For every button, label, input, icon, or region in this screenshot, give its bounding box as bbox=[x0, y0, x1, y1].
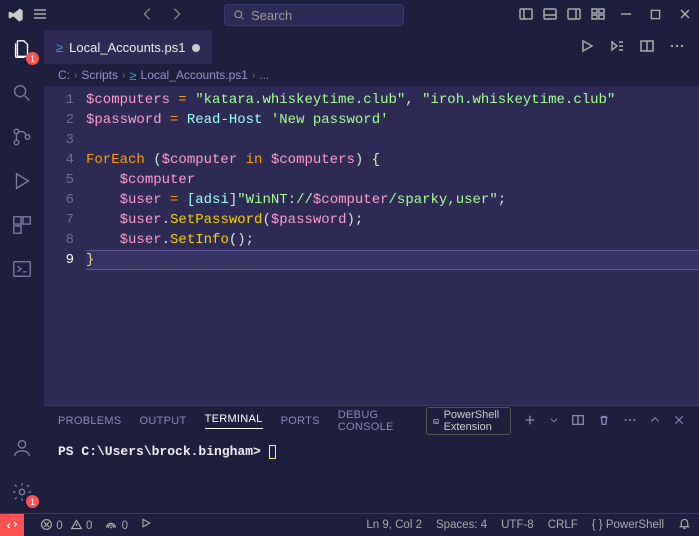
maximize-panel-button[interactable] bbox=[649, 414, 661, 429]
panel-more-button[interactable] bbox=[623, 413, 637, 430]
status-cursor-position[interactable]: Ln 9, Col 2 bbox=[366, 519, 422, 531]
panel-tab-output[interactable]: OUTPUT bbox=[140, 415, 187, 427]
explorer-tab[interactable]: 1 bbox=[9, 36, 35, 62]
powershell-file-icon: ≥ bbox=[56, 40, 63, 55]
bottom-panel: PROBLEMS OUTPUT TERMINAL PORTS DEBUG CON… bbox=[44, 405, 699, 513]
panel-tab-ports[interactable]: PORTS bbox=[281, 415, 320, 427]
nav-back-button[interactable] bbox=[140, 7, 154, 24]
breadcrumb-seg[interactable]: ... bbox=[259, 68, 269, 82]
status-eol[interactable]: CRLF bbox=[548, 519, 578, 531]
editor-tab[interactable]: ≥ Local_Accounts.ps1 bbox=[44, 30, 212, 64]
layout-sidebar-left-icon[interactable] bbox=[518, 6, 534, 25]
tab-more-button[interactable] bbox=[669, 38, 685, 57]
chevron-right-icon: › bbox=[74, 70, 77, 81]
status-ports[interactable]: 0 bbox=[104, 518, 128, 532]
status-encoding[interactable]: UTF-8 bbox=[501, 519, 534, 531]
nav-forward-button[interactable] bbox=[170, 7, 184, 24]
extensions-tab[interactable] bbox=[9, 212, 35, 238]
code-editor[interactable]: 1 2 3 4 5 6 7 8 9 $computers = "katara.w… bbox=[44, 86, 699, 405]
vscode-icon bbox=[8, 7, 24, 23]
split-editor-button[interactable] bbox=[639, 38, 655, 57]
explorer-badge: 1 bbox=[26, 52, 39, 65]
menu-button[interactable] bbox=[32, 6, 48, 25]
breadcrumb-seg[interactable]: Scripts bbox=[81, 68, 118, 82]
kill-terminal-button[interactable] bbox=[597, 413, 611, 430]
notifications-button[interactable] bbox=[678, 517, 691, 533]
command-center-search[interactable]: Search bbox=[224, 4, 404, 26]
window-close-button[interactable] bbox=[679, 8, 691, 23]
search-tab[interactable] bbox=[9, 80, 35, 106]
breadcrumb-seg[interactable]: Local_Accounts.ps1 bbox=[141, 68, 248, 82]
chevron-right-icon: › bbox=[122, 70, 125, 81]
split-terminal-button[interactable] bbox=[571, 413, 585, 430]
window-maximize-button[interactable] bbox=[650, 8, 661, 23]
terminal-cursor bbox=[269, 445, 276, 459]
terminal-shell-selector[interactable]: PowerShell Extension bbox=[426, 407, 511, 435]
layout-panel-icon[interactable] bbox=[542, 6, 558, 25]
run-debug-tab[interactable] bbox=[9, 168, 35, 194]
source-control-tab[interactable] bbox=[9, 124, 35, 150]
line-number-gutter: 1 2 3 4 5 6 7 8 9 bbox=[44, 90, 86, 405]
settings-badge: 1 bbox=[26, 495, 39, 508]
settings-button[interactable]: 1 bbox=[9, 479, 35, 505]
run-split-button[interactable] bbox=[609, 38, 625, 57]
chevron-down-icon[interactable] bbox=[549, 415, 559, 428]
search-icon bbox=[233, 9, 245, 21]
powershell-file-icon: ≥ bbox=[129, 68, 136, 83]
window-minimize-button[interactable] bbox=[620, 8, 632, 23]
layout-customize-icon[interactable] bbox=[590, 6, 606, 25]
terminal-prompt: PS C:\Users\brock.bingham> bbox=[58, 444, 261, 459]
status-run-icon[interactable] bbox=[140, 517, 152, 532]
chevron-right-icon: › bbox=[252, 70, 255, 81]
search-placeholder: Search bbox=[251, 8, 292, 23]
status-language-mode[interactable]: { } PowerShell bbox=[592, 519, 664, 531]
panel-tab-terminal[interactable]: TERMINAL bbox=[205, 413, 263, 429]
current-line-highlight bbox=[86, 250, 699, 270]
code-content[interactable]: $computers = "katara.whiskeytime.club", … bbox=[86, 90, 699, 405]
remote-indicator[interactable] bbox=[0, 514, 24, 536]
status-problems[interactable]: 0 0 bbox=[40, 518, 92, 532]
activity-bar: 1 1 bbox=[0, 30, 44, 513]
close-panel-button[interactable] bbox=[673, 414, 685, 429]
editor-tab-bar: ≥ Local_Accounts.ps1 bbox=[44, 30, 699, 64]
panel-tab-problems[interactable]: PROBLEMS bbox=[58, 415, 122, 427]
terminal-icon bbox=[433, 416, 439, 427]
panel-tab-debug[interactable]: DEBUG CONSOLE bbox=[338, 409, 409, 433]
tab-filename: Local_Accounts.ps1 bbox=[69, 40, 185, 55]
status-indentation[interactable]: Spaces: 4 bbox=[436, 519, 487, 531]
status-bar: 0 0 0 Ln 9, Col 2 Spaces: 4 UTF-8 CRLF {… bbox=[0, 513, 699, 535]
run-button[interactable] bbox=[579, 38, 595, 57]
breadcrumb-seg[interactable]: C: bbox=[58, 68, 70, 82]
title-bar: Search bbox=[0, 0, 699, 30]
terminal[interactable]: PS C:\Users\brock.bingham> bbox=[44, 436, 699, 513]
new-terminal-button[interactable] bbox=[523, 413, 537, 430]
dirty-indicator-icon bbox=[192, 44, 200, 52]
powershell-console-tab[interactable] bbox=[9, 256, 35, 282]
breadcrumb[interactable]: C: › Scripts › ≥ Local_Accounts.ps1 › ..… bbox=[44, 64, 699, 86]
layout-sidebar-right-icon[interactable] bbox=[566, 6, 582, 25]
accounts-button[interactable] bbox=[9, 435, 35, 461]
